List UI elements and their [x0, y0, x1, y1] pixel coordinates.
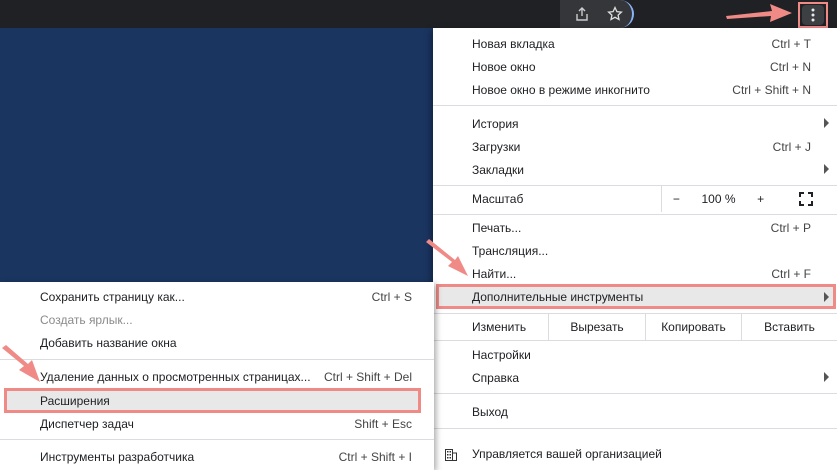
building-icon: [445, 449, 457, 461]
chrome-menu-button[interactable]: [798, 2, 828, 28]
menu-item-label: Найти...: [472, 266, 517, 281]
menu-item-label: Печать...: [472, 220, 522, 235]
kebab-menu-icon: [802, 5, 824, 25]
menu-separator: [433, 393, 837, 394]
submenu-separator: [0, 359, 434, 360]
submenu-item-extensions[interactable]: Расширения: [4, 388, 421, 413]
browser-toolbar: [0, 0, 837, 28]
fullscreen-icon: [799, 191, 813, 206]
menu-item-shortcut: Ctrl + T: [771, 36, 811, 51]
menu-item-downloads[interactable]: Загрузки Ctrl + J: [433, 135, 837, 158]
submenu-item-label: Сохранить страницу как...: [40, 289, 185, 304]
edit-label: Изменить: [472, 320, 527, 334]
submenu-item-label: Удаление данных о просмотренных страница…: [40, 369, 311, 384]
menu-item-label: Закладки: [472, 162, 524, 177]
menu-item-shortcut: Ctrl + F: [771, 266, 811, 281]
menu-item-label: Выход: [472, 404, 508, 419]
submenu-item-shortcut: Ctrl + S: [371, 289, 412, 304]
menu-item-label: История: [472, 116, 519, 131]
edit-row: Изменить Вырезать Копировать Вставить: [433, 314, 837, 340]
submenu-item-label: Инструменты разработчика: [40, 449, 195, 464]
zoom-out-button[interactable]: −: [673, 192, 680, 206]
submenu-arrow-icon: [824, 292, 829, 302]
copy-button[interactable]: Копировать: [645, 314, 741, 340]
menu-item-label: Настройки: [472, 347, 531, 362]
submenu-item-dev-tools[interactable]: Инструменты разработчика Ctrl + Shift + I: [0, 445, 434, 468]
menu-item-label: Загрузки: [472, 139, 521, 154]
cut-button[interactable]: Вырезать: [548, 314, 645, 340]
submenu-item-label: Расширения: [40, 393, 110, 408]
menu-item-cast[interactable]: Трансляция...: [433, 239, 837, 262]
menu-separator: [433, 214, 837, 215]
more-tools-submenu: Сохранить страницу как... Ctrl + S Создат…: [0, 282, 434, 470]
star-icon[interactable]: [605, 4, 625, 24]
share-icon[interactable]: [572, 4, 592, 24]
submenu-item-clear-data[interactable]: Удаление данных о просмотренных страница…: [0, 365, 434, 388]
menu-item-label: Новое окно: [472, 59, 536, 74]
menu-item-more-tools[interactable]: Дополнительные инструменты: [436, 284, 836, 309]
menu-item-settings[interactable]: Настройки: [433, 343, 837, 366]
submenu-item-name-window[interactable]: Добавить название окна: [0, 331, 434, 354]
submenu-item-label: Диспетчер задач: [40, 416, 134, 431]
managed-by-org[interactable]: Управляется вашей организацией: [433, 437, 837, 470]
submenu-arrow-icon: [824, 372, 829, 382]
menu-item-label: Дополнительные инструменты: [472, 289, 644, 304]
submenu-separator: [0, 439, 434, 440]
zoom-label: Масштаб: [472, 191, 524, 206]
menu-item-new-window[interactable]: Новое окно Ctrl + N: [433, 55, 837, 78]
menu-item-print[interactable]: Печать... Ctrl + P: [433, 216, 837, 239]
submenu-item-label: Добавить название окна: [40, 335, 177, 350]
menu-item-shortcut: Ctrl + N: [769, 59, 811, 74]
submenu-arrow-icon: [824, 118, 829, 128]
menu-item-label: Справка: [472, 370, 520, 385]
menu-separator: [433, 428, 837, 429]
zoom-row: Масштаб − 100 % +: [433, 185, 837, 212]
menu-item-find[interactable]: Найти... Ctrl + F: [433, 262, 837, 285]
menu-item-bookmarks[interactable]: Закладки: [433, 158, 837, 181]
zoom-in-button[interactable]: +: [757, 192, 764, 206]
menu-item-new-tab[interactable]: Новая вкладка Ctrl + T: [433, 32, 837, 55]
submenu-item-save-page[interactable]: Сохранить страницу как... Ctrl + S: [0, 285, 434, 308]
menu-item-exit[interactable]: Выход: [433, 400, 837, 423]
menu-item-incognito[interactable]: Новое окно в режиме инкогнито Ctrl + Shif…: [433, 78, 837, 101]
menu-separator: [433, 105, 837, 106]
submenu-item-label: Создать ярлык...: [40, 312, 133, 327]
page-background: [0, 28, 433, 282]
menu-item-label: Новое окно в режиме инкогнито: [472, 82, 650, 97]
zoom-value: 100 %: [701, 191, 736, 206]
submenu-item-shortcut: Ctrl + Shift + I: [338, 449, 412, 464]
managed-label: Управляется вашей организацией: [472, 446, 662, 461]
menu-item-label: Трансляция...: [472, 243, 549, 258]
submenu-arrow-icon: [824, 164, 829, 174]
chrome-main-menu: Новая вкладка Ctrl + T Новое окно Ctrl + N…: [433, 28, 837, 470]
submenu-item-shortcut: Ctrl + Shift + Del: [323, 369, 412, 384]
submenu-item-task-manager[interactable]: Диспетчер задач Shift + Esc: [0, 412, 434, 435]
fullscreen-button[interactable]: [775, 185, 837, 212]
zoom-controls: − 100 % +: [661, 185, 775, 212]
paste-button[interactable]: Вставить: [741, 314, 837, 340]
menu-item-shortcut: Ctrl + P: [770, 220, 811, 235]
menu-item-help[interactable]: Справка: [433, 366, 837, 389]
menu-item-history[interactable]: История: [433, 112, 837, 135]
submenu-item-create-shortcut[interactable]: Создать ярлык...: [0, 308, 434, 331]
menu-item-shortcut: Ctrl + Shift + N: [732, 82, 811, 97]
menu-item-shortcut: Ctrl + J: [772, 139, 811, 154]
menu-separator: [433, 340, 837, 341]
submenu-item-shortcut: Shift + Esc: [354, 416, 412, 431]
menu-item-label: Новая вкладка: [472, 36, 555, 51]
